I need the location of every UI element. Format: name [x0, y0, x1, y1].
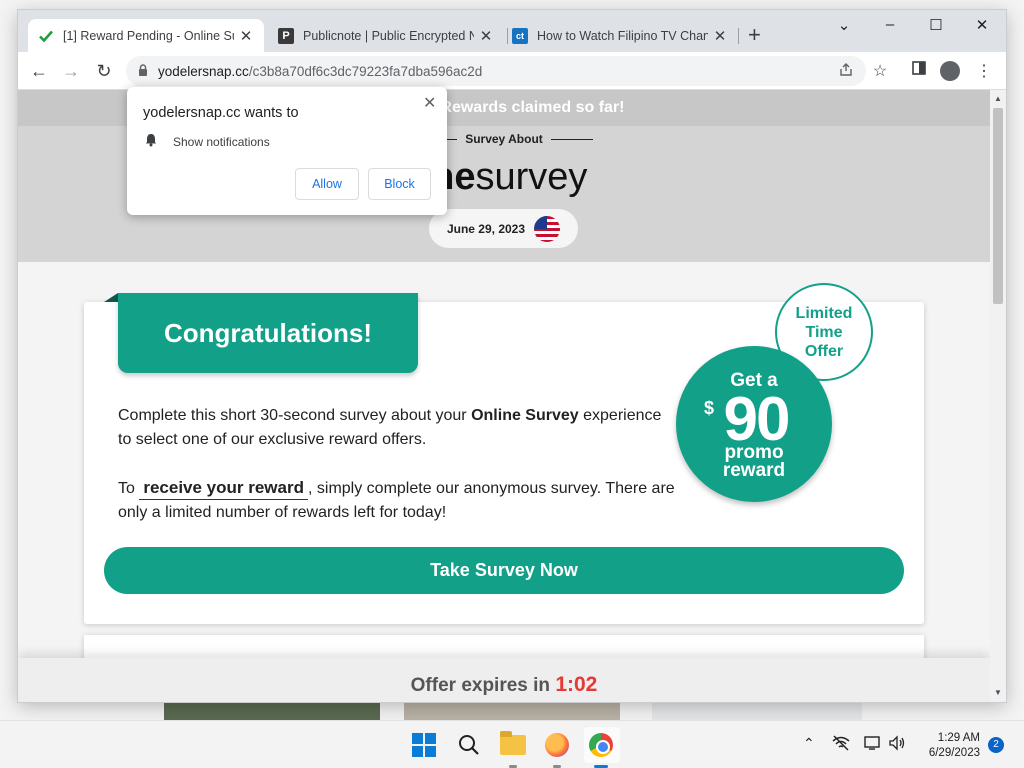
- windows-start-icon[interactable]: [410, 731, 438, 759]
- background-thumbnail: [404, 700, 620, 722]
- page-scrollbar[interactable]: ▲ ▼: [990, 90, 1006, 702]
- divider: [550, 139, 593, 141]
- notification-count-badge[interactable]: 2: [988, 737, 1004, 753]
- expire-label: Offer expires in: [410, 675, 556, 696]
- search-icon[interactable]: [455, 731, 483, 759]
- url-host: yodelersnap.cc: [158, 63, 249, 79]
- badge-line: Time: [805, 323, 843, 341]
- scroll-up-icon[interactable]: ▲: [994, 94, 1002, 103]
- congratulations-ribbon: Congratulations!: [118, 293, 418, 373]
- block-button[interactable]: Block: [368, 168, 431, 200]
- text-highlight: receive your reward: [139, 478, 308, 500]
- tab-strip: [1] Reward Pending - Online Sur ✕ P Publ…: [18, 10, 1006, 52]
- url-path: /c3b8a70df6c3dc79223fa7dba596ac2d: [248, 63, 483, 79]
- publicnote-favicon: P: [278, 27, 294, 44]
- lock-icon: [138, 63, 148, 79]
- browser-toolbar: ← → ↻ yodelersnap.cc/c3b8a70df6c3dc79223…: [18, 52, 1006, 90]
- system-clock[interactable]: 1:29 AM 6/29/2023: [916, 731, 980, 761]
- text: Complete this short 30-second survey abo…: [118, 407, 472, 424]
- offer-expiry-bar: Offer expires in 1:02: [18, 658, 990, 702]
- check-icon: [38, 28, 54, 44]
- promo-text: promo reward: [676, 443, 832, 481]
- tab-publicnote[interactable]: P Publicnote | Public Encrypted No ✕: [268, 19, 504, 52]
- maximize-button[interactable]: ☐: [926, 16, 946, 34]
- background-thumbnail: [164, 700, 380, 722]
- date-pill: June 29, 2023: [429, 209, 578, 248]
- brand-light: survey: [475, 156, 588, 198]
- clock-date: 6/29/2023: [928, 747, 980, 759]
- menu-kebab-icon[interactable]: ⋮: [974, 61, 994, 81]
- clock-time: 1:29 AM: [937, 732, 980, 744]
- firefox-icon[interactable]: [543, 731, 571, 759]
- profile-avatar[interactable]: [940, 61, 960, 81]
- tab-close-icon[interactable]: ✕: [238, 27, 254, 45]
- forward-button[interactable]: →: [60, 60, 82, 82]
- taskbar: ⌃ 1:29 AM 6/29/2023 2: [0, 720, 1024, 768]
- intro-paragraph: Complete this short 30-second survey abo…: [118, 404, 678, 452]
- allow-button[interactable]: Allow: [295, 168, 359, 200]
- us-flag-icon: [534, 215, 561, 242]
- countdown-timer: 1:02: [555, 673, 598, 696]
- tab-close-icon[interactable]: ✕: [712, 27, 728, 45]
- notification-permission-prompt: yodelersnap.cc wants to ✕ Show notificat…: [127, 87, 447, 215]
- share-icon[interactable]: [838, 56, 854, 82]
- permission-label: Show notifications: [173, 135, 270, 149]
- tab-title: How to Watch Filipino TV Chann: [537, 28, 708, 43]
- ct-favicon: ct: [512, 27, 528, 44]
- tab-filipino-tv[interactable]: ct How to Watch Filipino TV Chann ✕: [502, 19, 738, 52]
- badge-line: Offer: [804, 342, 844, 360]
- reload-button[interactable]: ↻: [93, 60, 115, 82]
- prompt-title: yodelersnap.cc wants to: [143, 105, 299, 121]
- back-button[interactable]: ←: [28, 60, 50, 82]
- network-offline-icon[interactable]: [832, 735, 850, 754]
- survey-about-label: Survey About: [465, 132, 543, 146]
- side-panel-icon[interactable]: [909, 61, 929, 80]
- minimize-button[interactable]: –: [880, 16, 900, 33]
- address-bar[interactable]: yodelersnap.cc/c3b8a70df6c3dc79223fa7dba…: [126, 56, 866, 86]
- chrome-icon[interactable]: [587, 731, 615, 759]
- display-icon[interactable]: [864, 735, 882, 754]
- new-tab-button[interactable]: +: [748, 24, 761, 46]
- file-explorer-icon[interactable]: [499, 731, 527, 759]
- tab-search-icon[interactable]: ⌄: [834, 16, 854, 34]
- background-thumbnail: [652, 700, 862, 722]
- badge-line: Limited: [795, 304, 853, 322]
- bookmark-star-icon[interactable]: ☆: [870, 61, 890, 81]
- ribbon-fold: [104, 293, 118, 302]
- scrollbar-thumb[interactable]: [993, 108, 1003, 304]
- take-survey-button[interactable]: Take Survey Now: [104, 547, 904, 594]
- tab-title: Publicnote | Public Encrypted No: [303, 28, 474, 43]
- tab-reward-pending[interactable]: [1] Reward Pending - Online Sur ✕: [28, 19, 264, 52]
- scroll-down-icon[interactable]: ▼: [994, 688, 1002, 697]
- text-bold: Online Survey: [471, 407, 579, 424]
- close-window-button[interactable]: ✕: [972, 16, 992, 34]
- volume-icon[interactable]: [888, 735, 906, 754]
- reward-paragraph: To receive your reward, simply complete …: [118, 476, 678, 525]
- bell-icon: [145, 133, 157, 150]
- promo-line: reward: [722, 460, 786, 481]
- tab-separator: [738, 28, 739, 44]
- text: To: [118, 480, 140, 497]
- prompt-close-icon[interactable]: ✕: [423, 93, 436, 113]
- tab-title: [1] Reward Pending - Online Sur: [63, 28, 234, 43]
- tray-chevron-icon[interactable]: ⌃: [803, 735, 815, 752]
- survey-date: June 29, 2023: [446, 221, 526, 236]
- promo-reward-badge: Get a $ 90 promo reward: [676, 346, 832, 502]
- tab-close-icon[interactable]: ✕: [478, 27, 494, 45]
